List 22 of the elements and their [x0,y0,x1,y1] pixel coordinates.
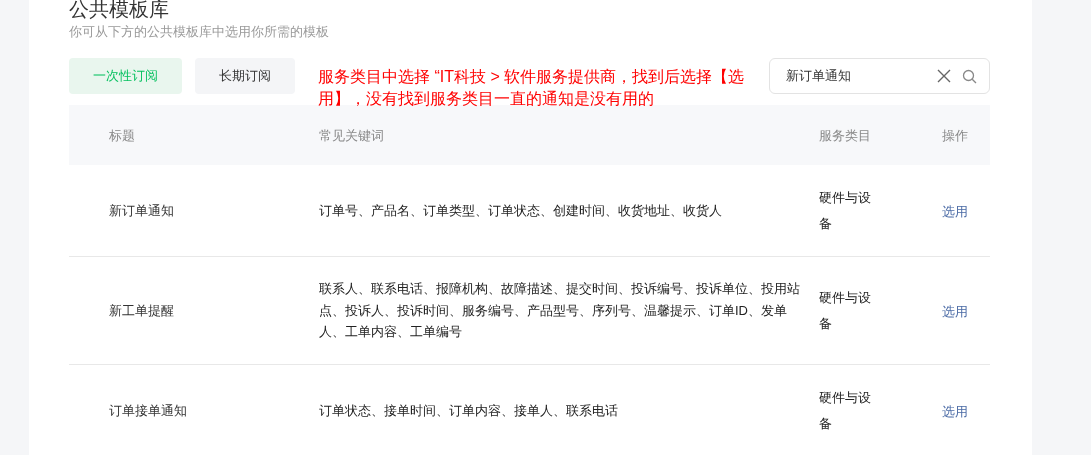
title-cell-text: 新订单通知 [109,201,175,220]
keywords-cell-text: 订单状态、接单时间、订单内容、接单人、联系电话 [319,401,619,420]
category-cell-text: 硬件与设备 [819,288,872,333]
keywords-cell-text: 订单号、产品名、订单类型、订单状态、创建时间、收货地址、收货人 [319,201,723,220]
category-cell-text: 硬件与设备 [819,388,872,433]
category-cell-text: 硬件与设备 [819,188,872,233]
page-subtitle: 你可从下方的公共模板库中选用你所需的模板 [69,23,329,41]
select-link[interactable]: 选用 [942,203,968,219]
column-header: 标题 [109,128,135,143]
title-cell-text: 订单接单通知 [109,401,188,420]
select-link[interactable]: 选用 [942,403,968,419]
keywords-cell-text: 联系人、联系电话、报障机构、故障描述、提交时间、投诉编号、投诉单位、投用站点、投诉人、投诉时间、服务编号、产品型号、序列号、温馨提示、订单ID、发单人、工单内容、工单编号 [319,280,801,342]
select-link[interactable]: 选用 [942,303,968,319]
column-header: 常见关键词 [319,128,384,143]
annotation-text: 服务类目中选择 “IT科技 > 软件服务提供商，找到后选择【选用】，没有找到服务类目一直的通知是没有用的 [318,67,746,109]
column-header: 操作 [942,128,968,143]
tab[interactable]: 长期订阅 [195,58,295,94]
search-icon[interactable] [962,69,977,84]
title-cell-text: 新工单提醒 [109,301,175,320]
column-header: 服务类目 [819,128,871,143]
search-field[interactable]: 新订单通知 [769,58,990,94]
clear-icon[interactable] [937,69,951,83]
